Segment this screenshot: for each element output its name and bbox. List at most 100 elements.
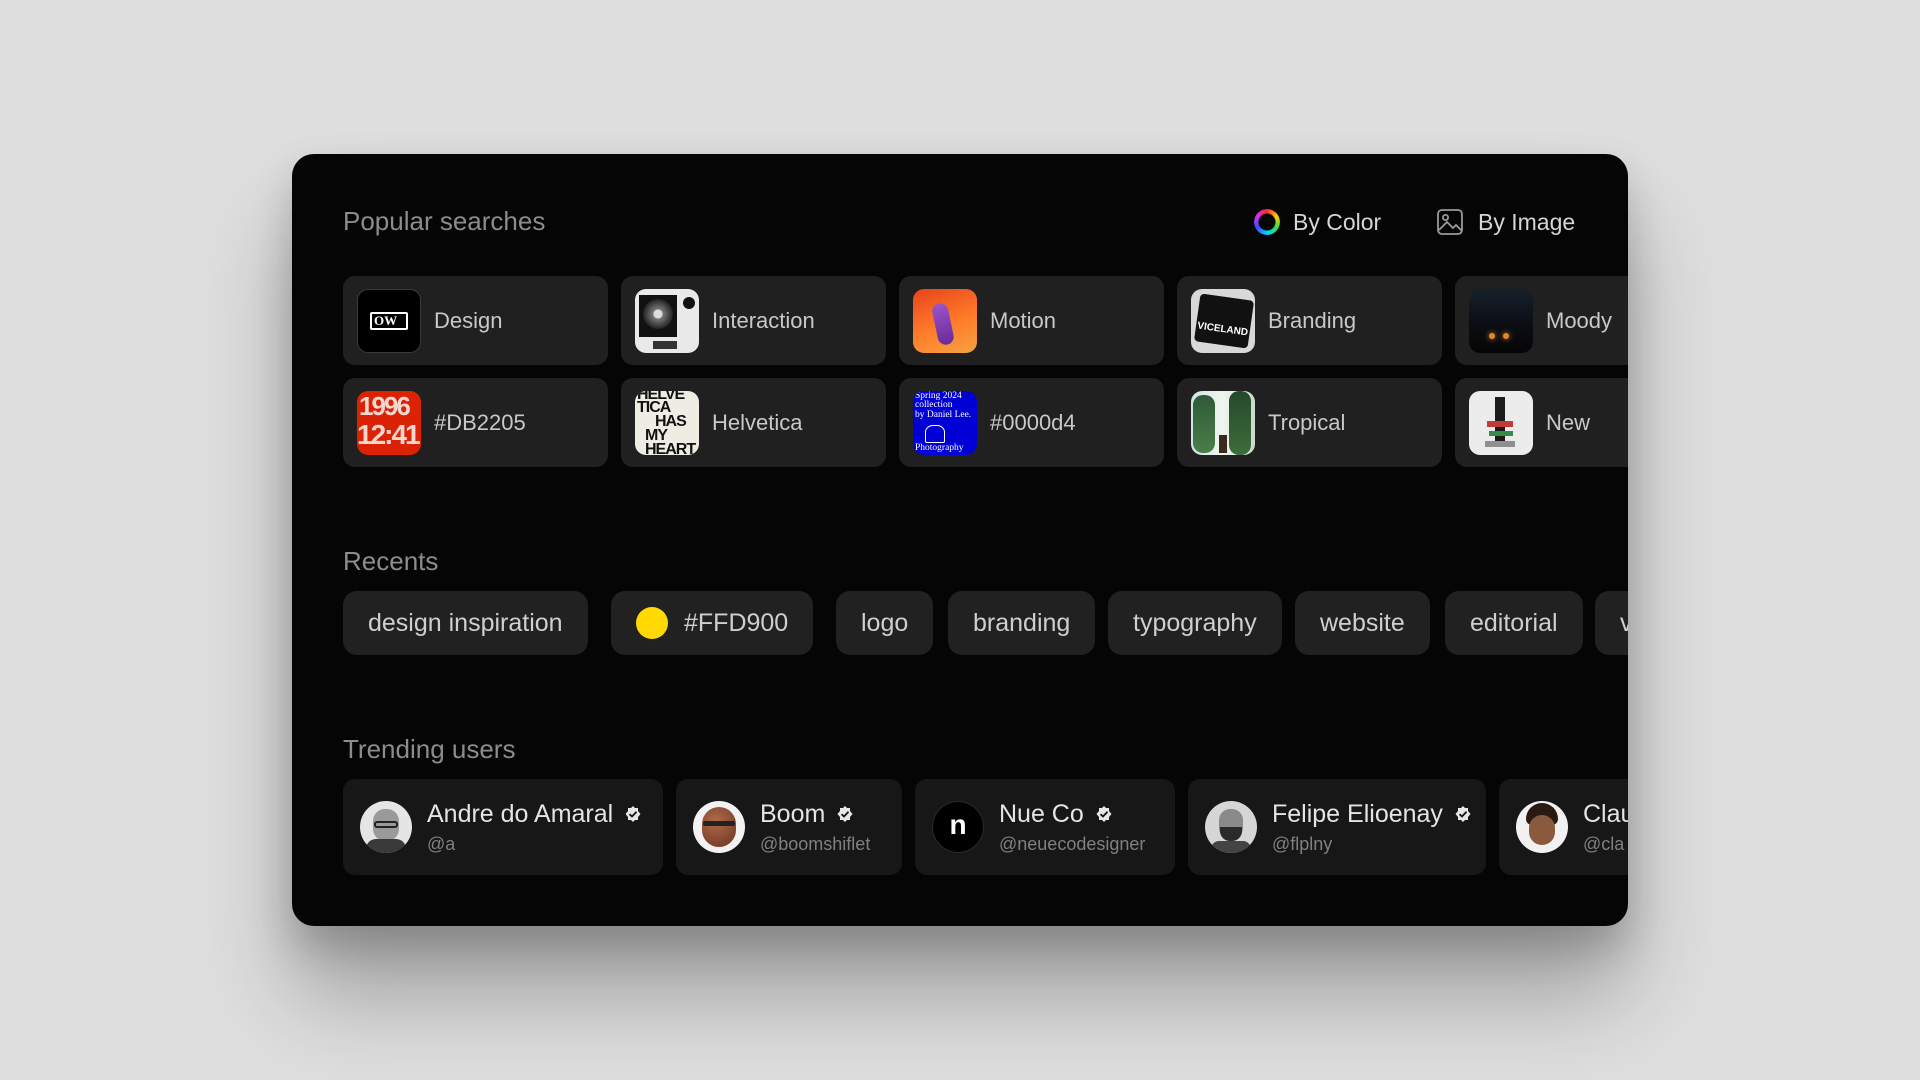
color-wheel-icon (1254, 209, 1280, 235)
poster-dot (683, 296, 695, 309)
tile-label: Interaction (712, 307, 815, 333)
red-numbers-bottom: 12:41 (357, 418, 421, 450)
popular-tile-0000d4[interactable]: Spring 2024 collection by Daniel Lee. Ph… (899, 378, 1164, 467)
poster-bar (653, 340, 677, 349)
tile-label: #DB2205 (434, 409, 526, 435)
trending-user-card[interactable]: Andre do Amaral @a (343, 779, 663, 875)
recent-chip-label: #FFD900 (684, 608, 789, 637)
recent-chip-label: website (1320, 608, 1405, 637)
red-numbers-thumbnail: 1996 12:41 (357, 390, 421, 455)
recent-chip[interactable]: typography (1108, 591, 1282, 655)
recent-chip[interactable]: v (1595, 591, 1628, 655)
hand-shape (930, 301, 956, 346)
avatar (360, 801, 412, 853)
avatar-face (1529, 815, 1555, 845)
avatar-eyes (703, 821, 735, 826)
avatar-shoulders (1211, 841, 1251, 853)
popular-tile-helvetica[interactable]: HELVE TICA HAS MY HEART Helvetica (621, 378, 886, 467)
avatar-beard (1220, 827, 1242, 841)
recent-chip[interactable]: website (1295, 591, 1430, 655)
palm-left (1193, 394, 1215, 453)
tile-label: Helvetica (712, 409, 803, 435)
trending-user-card[interactable]: Boom @boomshiflet (676, 779, 902, 875)
by-image-label: By Image (1478, 208, 1576, 235)
interaction-thumbnail (635, 288, 699, 353)
color-swatch-icon (636, 607, 668, 639)
tile-label: #0000d4 (990, 409, 1076, 435)
motion-thumbnail (913, 288, 977, 353)
helvetica-poster-text: HELVE TICA HAS MY HEART (637, 391, 696, 455)
trending-users-title: Trending users (343, 734, 516, 764)
recents-title: Recents (343, 546, 439, 576)
recent-chip[interactable]: editorial (1445, 591, 1583, 655)
dandelion-shape (643, 298, 673, 329)
tile-label: Moody (1546, 307, 1613, 333)
tile-label: Motion (990, 307, 1057, 333)
palm-right (1229, 390, 1251, 455)
recent-chip-label: logo (861, 608, 909, 637)
ow-logo-text: OW (374, 312, 398, 328)
popular-searches-title: Popular searches (343, 206, 546, 236)
glasses-icon (374, 821, 398, 828)
popular-tile-branding[interactable]: VICELAND Branding (1177, 276, 1442, 365)
recent-chip-label: typography (1133, 608, 1257, 637)
helvetica-line: HEART (645, 440, 696, 455)
popular-tile-tropical[interactable]: Tropical (1177, 378, 1442, 467)
branding-thumbnail: VICELAND (1191, 288, 1255, 353)
light-right (1503, 332, 1509, 339)
recent-chip[interactable]: design inspiration (343, 591, 588, 655)
popular-tile-moody[interactable]: Moody (1455, 276, 1628, 365)
user-handle: @boomshiflet (760, 833, 871, 854)
blue-poster-thumbnail: Spring 2024 collection by Daniel Lee. Ph… (913, 390, 977, 455)
collage-stripe-red (1487, 420, 1513, 427)
verified-badge-icon (837, 806, 853, 822)
search-by-color-button[interactable]: By Color (1254, 204, 1381, 240)
user-name: Clau (1583, 799, 1628, 828)
avatar (1516, 801, 1568, 853)
user-handle: @cla (1583, 833, 1625, 854)
recent-chip-color[interactable]: #FFD900 (611, 591, 814, 655)
trending-user-card[interactable]: Clau @cla (1499, 779, 1628, 875)
avatar-shoulders (366, 839, 406, 853)
recent-chip-label: design inspiration (368, 608, 563, 637)
popular-tile-db2205[interactable]: 1996 12:41 #DB2205 (343, 378, 608, 467)
popular-tile-motion[interactable]: Motion (899, 276, 1164, 365)
tile-label: Branding (1268, 307, 1357, 333)
user-name: Nue Co (999, 799, 1084, 828)
popular-tile-design[interactable]: OW Design (343, 276, 608, 365)
verified-badge-icon (1096, 806, 1112, 822)
red-numbers-top: 1996 (359, 390, 411, 421)
trending-user-card[interactable]: Felipe Elioenay @flplny (1188, 779, 1486, 875)
verified-badge-icon (1455, 806, 1471, 822)
tile-label: Design (434, 307, 503, 333)
user-name: Andre do Amaral (427, 799, 614, 828)
trending-user-card[interactable]: n Nue Co @neuecodesigner (915, 779, 1175, 875)
search-panel: Popular searches By Color By Image OW De… (292, 154, 1628, 926)
avatar: n (932, 801, 984, 853)
search-by-image-button[interactable]: By Image (1436, 204, 1575, 240)
popular-tile-interaction[interactable]: Interaction (621, 276, 886, 365)
new-thumbnail (1469, 390, 1533, 455)
user-handle: @neuecodesigner (999, 833, 1146, 854)
verified-badge-icon (625, 806, 641, 822)
user-handle: @flplny (1272, 833, 1333, 854)
recent-chip-label: branding (973, 608, 1071, 637)
avatar (693, 801, 745, 853)
blue-poster-text: Spring 2024 collection by Daniel Lee. (915, 391, 972, 422)
light-left (1489, 332, 1495, 339)
tropical-thumbnail (1191, 390, 1255, 455)
recent-chip[interactable]: logo (836, 591, 934, 655)
by-color-label: By Color (1293, 208, 1382, 235)
helvetica-thumbnail: HELVE TICA HAS MY HEART (635, 390, 699, 455)
avatar-face (702, 807, 736, 847)
blue-poster-line: by Daniel Lee. (915, 410, 972, 421)
recent-chip[interactable]: branding (948, 591, 1096, 655)
blue-poster-line: Photography (915, 442, 964, 453)
crest-icon (925, 424, 945, 443)
avatar (1205, 801, 1257, 853)
trunk (1219, 434, 1227, 453)
nue-co-logo-icon: n (949, 809, 967, 840)
collage-stripe-green (1489, 430, 1513, 436)
moody-thumbnail (1469, 288, 1533, 353)
popular-tile-new[interactable]: New (1455, 378, 1628, 467)
